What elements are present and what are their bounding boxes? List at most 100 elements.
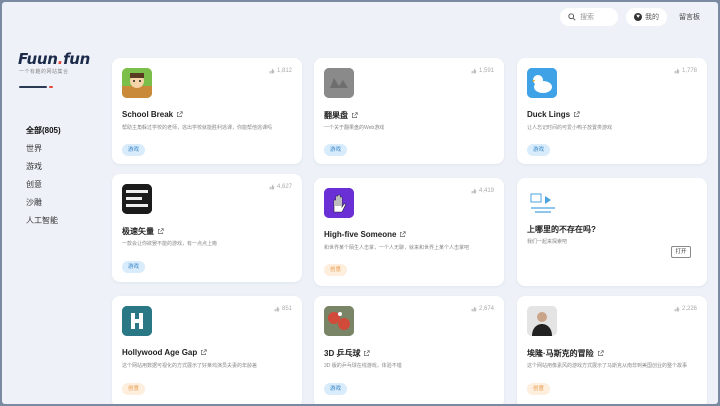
category-nav: 全部(805) 世界 游戏 创意 沙雕 人工智能 xyxy=(26,124,61,232)
card-title[interactable]: School Break xyxy=(122,110,183,119)
promo-description: 我们一起来探索吧 xyxy=(527,239,568,245)
external-link-icon xyxy=(597,350,604,356)
open-button[interactable]: 打开 xyxy=(671,246,691,258)
card-description: 帮助主角躲过学校的老师，逃出学校就能胜利逃课，你能帮他逃课吗 xyxy=(122,125,273,131)
tag-badge[interactable]: 创意 xyxy=(122,383,146,395)
elon-portrait-icon xyxy=(527,306,557,336)
likes-value: 1,812 xyxy=(276,68,292,74)
duck-icon xyxy=(527,68,557,98)
likes-value: 1,591 xyxy=(478,68,494,74)
card-title[interactable]: Hollywood Age Gap xyxy=(122,348,207,357)
thumb-icon xyxy=(471,188,477,194)
fruit-tray-icon xyxy=(324,68,354,98)
logo-underline xyxy=(19,86,53,88)
card-description: 一个关于翻果盘的Web游戏 xyxy=(324,125,385,131)
card-title[interactable]: 埃隆·马斯克的冒险 xyxy=(527,348,604,359)
search-placeholder: 搜索 xyxy=(580,14,594,21)
card-title[interactable]: Duck Lings xyxy=(527,110,580,119)
site-card[interactable]: 1,778 Duck Lings 让人忘记时间的可爱小鸭子放置类游戏 游戏 xyxy=(517,58,707,164)
site-card[interactable]: 4,627 极速矢量 一款会让你欲罢不能的游戏，有一点点上瘾 游戏 xyxy=(112,174,302,282)
thumb-icon xyxy=(274,306,280,312)
promo-logo-icon xyxy=(527,188,561,218)
likes-value: 2,226 xyxy=(681,306,697,312)
sidebar-item-creative[interactable]: 创意 xyxy=(26,178,61,196)
likes-count: 4,419 xyxy=(471,188,494,194)
likes-value: 851 xyxy=(281,306,292,312)
card-description: 这个网站用像素风的游戏方式展示了马斯克从南非到美国创业的整个故事 xyxy=(527,363,688,369)
card-description: 3D 版的乒乓球在线游戏，体验不错 xyxy=(324,363,402,369)
card-title[interactable]: 翻果盘 xyxy=(324,110,358,121)
logo-main: Fuun xyxy=(18,50,58,68)
site-card[interactable]: 1,812 School Break 帮助主角躲过学校的老师，逃出学校就能胜利逃… xyxy=(112,58,302,164)
tag-badge[interactable]: 创意 xyxy=(527,383,551,395)
thumb-icon xyxy=(674,306,680,312)
likes-value: 4,419 xyxy=(478,188,494,194)
favorites-button[interactable]: ♥ 我的 xyxy=(626,8,667,26)
site-card[interactable]: 2,674 3D 乒乓球 3D 版的乒乓球在线游戏，体验不错 游戏 xyxy=(314,296,504,404)
tag-badge[interactable]: 游戏 xyxy=(324,383,348,395)
sidebar-item-ai[interactable]: 人工智能 xyxy=(26,214,61,232)
school-break-icon xyxy=(122,68,152,98)
search-box[interactable]: 搜索 xyxy=(560,8,618,26)
site-card[interactable]: 4,419 High-five Someone 和世界某个陌生人击掌，一个人无聊… xyxy=(314,178,504,286)
card-title-text: 极速矢量 xyxy=(122,227,154,236)
tagline: 一个有趣的网站集合 xyxy=(19,69,69,75)
site-card[interactable]: 2,226 埃隆·马斯克的冒险 这个网站用像素风的游戏方式展示了马斯克从南非到美… xyxy=(517,296,707,404)
card-title-text: 埃隆·马斯克的冒险 xyxy=(527,349,594,358)
tag-badge[interactable]: 游戏 xyxy=(527,144,551,156)
external-link-icon xyxy=(364,350,371,356)
hollywood-h-icon xyxy=(122,306,152,336)
high-five-hand-icon xyxy=(324,188,354,218)
likes-count: 1,591 xyxy=(471,68,494,74)
card-title-text: 翻果盘 xyxy=(324,111,348,120)
sidebar-item-world[interactable]: 世界 xyxy=(26,142,61,160)
card-title-text: Hollywood Age Gap xyxy=(122,348,198,357)
card-description: 这个网站用数据可视化的方式展示了好莱坞演员夫妻的年龄差 xyxy=(122,363,258,369)
app-frame: 搜索 ♥ 我的 留言板 Fuun.fun 一个有趣的网站集合 全部(805) 世… xyxy=(2,2,718,404)
tag-badge[interactable]: 游戏 xyxy=(122,261,146,273)
thumb-icon xyxy=(269,184,275,190)
card-title[interactable]: High-five Someone xyxy=(324,230,407,239)
search-icon xyxy=(568,13,576,21)
likes-value: 4,627 xyxy=(276,184,292,190)
heart-icon: ♥ xyxy=(634,13,642,21)
ping-pong-icon xyxy=(324,306,354,336)
thumb-icon xyxy=(674,68,680,74)
logo-tail: fun xyxy=(63,50,91,68)
card-description: 一款会让你欲罢不能的游戏，有一点点上瘾 xyxy=(122,241,218,247)
external-link-icon xyxy=(201,349,207,355)
tag-badge[interactable]: 创意 xyxy=(324,264,348,276)
likes-value: 1,778 xyxy=(681,68,697,74)
likes-count: 1,812 xyxy=(269,68,292,74)
favorites-label: 我的 xyxy=(645,14,659,21)
tag-badge[interactable]: 游戏 xyxy=(324,144,348,156)
thumb-icon xyxy=(471,306,477,312)
likes-count: 851 xyxy=(274,306,292,312)
likes-count: 1,778 xyxy=(674,68,697,74)
site-card[interactable]: 851 Hollywood Age Gap 这个网站用数据可视化的方式展示了好莱… xyxy=(112,296,302,404)
external-link-icon xyxy=(177,111,183,117)
card-title-text: Duck Lings xyxy=(527,110,571,119)
card-description: 让人忘记时间的可爱小鸭子放置类游戏 xyxy=(527,125,613,131)
likes-count: 2,674 xyxy=(471,306,494,312)
external-link-icon xyxy=(574,111,580,117)
sidebar-item-all[interactable]: 全部(805) xyxy=(26,124,61,142)
promo-title: 上哪里的不存在吗? xyxy=(527,225,596,234)
thumb-icon xyxy=(471,68,477,74)
external-link-icon xyxy=(400,231,407,237)
likes-count: 2,226 xyxy=(674,306,697,312)
card-title-text: High-five Someone xyxy=(324,230,397,239)
likes-value: 2,674 xyxy=(478,306,494,312)
message-board-link[interactable]: 留言板 xyxy=(675,12,704,22)
external-link-icon xyxy=(352,112,358,118)
tag-badge[interactable]: 游戏 xyxy=(122,144,146,156)
card-description: 和世界某个陌生人击掌，一个人无聊，就来和世界上某个人击掌吧 xyxy=(324,245,470,251)
card-title[interactable]: 3D 乒乓球 xyxy=(324,348,371,359)
thumb-icon xyxy=(269,68,275,74)
sidebar-item-funny[interactable]: 沙雕 xyxy=(26,196,61,214)
card-title[interactable]: 极速矢量 xyxy=(122,226,164,237)
site-card[interactable]: 1,591 翻果盘 一个关于翻果盘的Web游戏 游戏 xyxy=(314,58,504,164)
sidebar-item-games[interactable]: 游戏 xyxy=(26,160,61,178)
logo[interactable]: Fuun.fun xyxy=(18,50,90,68)
promo-card[interactable]: 上哪里的不存在吗? 我们一起来探索吧 打开 xyxy=(517,178,707,286)
